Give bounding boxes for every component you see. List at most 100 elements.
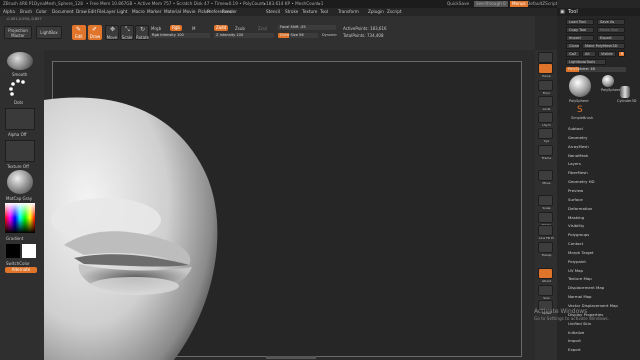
subpalette-texture-map[interactable]: Texture Map [568,276,592,281]
switchcolor-button[interactable]: SwitchColor [6,261,30,266]
visible-button[interactable]: Visible [598,51,616,57]
shelf-solo[interactable]: Solo [538,285,553,300]
shelf-ghost[interactable]: Ghost [538,268,553,283]
subpalette-preview[interactable]: Preview [568,188,583,193]
shelf-spix-3[interactable]: SPix 3 [538,52,553,67]
polysphere-thumbnail-small[interactable] [602,75,614,87]
menu-edit[interactable]: Edit [88,8,96,16]
lightbox-tools-button[interactable]: Lightbox▸Tools [566,59,606,65]
polysphere-thumbnail-large[interactable] [569,75,591,97]
brush-thumbnail[interactable] [7,52,33,70]
save-as-button[interactable]: Save As [597,19,625,25]
menu-movie[interactable]: Movie [183,8,195,16]
zcut-toggle[interactable]: Zcut [258,26,267,31]
edit-mode-button[interactable]: ✎ Edit [72,25,86,40]
menu-color[interactable]: Color [36,8,47,16]
menu-light[interactable]: Light [117,8,127,16]
goz-button[interactable]: GoZ [566,51,580,57]
menu-document[interactable]: Document [52,8,74,16]
import-button[interactable]: Import [566,35,594,41]
subpalette-displacement-map[interactable]: Displacement Map [568,285,604,290]
shelf-floor[interactable]: Floor [538,80,553,95]
z-intensity-slider[interactable]: Z Intensity 100 [214,33,274,38]
subpalette-polypaint[interactable]: Polypaint [568,259,586,264]
dynamic-toggle[interactable]: Dynamic [322,33,337,37]
subpalette-morph-target[interactable]: Morph Target [568,250,594,255]
rgb-toggle[interactable]: Rgb [170,25,182,31]
main-color-swatch[interactable] [6,244,20,258]
alternate-button[interactable]: Alternate [5,267,37,273]
menus-button[interactable]: Menus [510,1,528,7]
draw-size-slider[interactable]: Draw Size 56 [278,33,318,38]
menu-tool[interactable]: Tool [320,8,328,16]
subpalette-normal-map[interactable]: Normal Map [568,294,592,299]
load-tool-button[interactable]: Load Tool [566,19,594,25]
export-button[interactable]: Export [597,35,625,41]
scale-mode-button[interactable]: ⤡ Scale [120,25,134,40]
default-zscript-button[interactable]: DefaultZScript [527,0,557,8]
r-button[interactable]: R [618,51,625,57]
menu-render[interactable]: Render [222,8,237,16]
clone-button[interactable]: Clone [566,43,580,49]
menu-texture[interactable]: Texture [302,8,317,16]
stroke-dots-icon[interactable] [8,78,30,98]
subpalette-subtool[interactable]: Subtool [568,126,583,131]
menu-file[interactable]: File [97,8,104,16]
alpha-thumbnail[interactable] [5,108,35,130]
canvas-scrollbar[interactable] [266,356,316,359]
secondary-color-swatch[interactable] [22,244,36,258]
shelf-persp[interactable]: Persp [538,63,553,78]
rgb-intensity-slider[interactable]: Rgb Intensity 100 [150,33,210,38]
shelf-xyz[interactable]: Xyz [538,128,553,143]
subpalette-layers[interactable]: Layers [568,161,581,166]
focal-shift-slider[interactable]: Focal Shift -55 [278,25,336,30]
subpalette-export[interactable]: Export [568,347,581,352]
menu-stencil[interactable]: Stencil [266,8,280,16]
shelf-lsym[interactable]: LSym [538,112,553,127]
current-tool-slider[interactable]: PolySphere: 46 [566,67,626,72]
subpalette-nanomesh[interactable]: NanoMesh [568,153,588,158]
all-button[interactable]: All [582,51,596,57]
lightbox-button[interactable]: LightBox [36,26,62,39]
menu-material[interactable]: Material [164,8,181,16]
rotate-mode-button[interactable]: ↻ Rotate [135,25,149,40]
menu-alpha[interactable]: Alpha [3,8,15,16]
subpalette-masking[interactable]: Masking [568,215,584,220]
shelf-move[interactable]: Move [538,170,553,185]
draw-mode-button[interactable]: ✐ Draw [88,25,102,40]
see-through-slider[interactable]: See-through 0 [474,1,508,7]
subpalette-deformation[interactable]: Deformation [568,206,592,211]
gradient-label[interactable]: Gradient [6,236,23,241]
subpalette-import[interactable]: Import [568,338,581,343]
projection-master-button[interactable]: Projection Master [4,26,32,39]
shelf-frame[interactable]: Frame [538,145,553,160]
zadd-toggle[interactable]: Zadd [214,25,228,31]
paste-tool-button[interactable]: Paste Tool [597,27,625,33]
sculpt-mesh[interactable] [44,50,535,360]
menu-draw[interactable]: Draw [76,8,87,16]
menu-zplugin[interactable]: Zplugin [368,8,384,16]
subpalette-visibility[interactable]: Visibility [568,223,584,228]
canvas-area[interactable]: Activate Windows Go to Settings to activ… [44,50,609,360]
shelf-rotate[interactable]: Rotate [538,212,553,227]
color-picker[interactable] [5,203,35,233]
material-thumbnail[interactable] [7,170,33,194]
subpalette-fibermesh[interactable]: FiberMesh [568,170,588,175]
quicksave-button[interactable]: QuickSave [447,0,469,8]
texture-thumbnail[interactable] [5,140,35,162]
menu-macro[interactable]: Macro [132,8,145,16]
subpalette-arraymesh[interactable]: ArrayMesh [568,144,589,149]
menu-layer[interactable]: Layer [104,8,116,16]
simplebrush-icon[interactable]: S [577,106,583,115]
shelf-local[interactable]: Local [538,96,553,111]
cylinder-thumbnail[interactable] [620,86,630,98]
collapse-icon[interactable]: ▣ [560,9,565,15]
subpalette-geometry[interactable]: Geometry [568,135,587,140]
menu-stroke[interactable]: Stroke [285,8,298,16]
subpalette-polygroups[interactable]: Polygroups [568,232,589,237]
menu-marker[interactable]: Marker [147,8,161,16]
menu-zscript[interactable]: Zscript [387,8,402,16]
make-polymesh-button[interactable]: Make PolyMesh3D [582,43,625,49]
subpalette-surface[interactable]: Surface [568,197,583,202]
zsub-toggle[interactable]: Zsub [235,26,245,31]
